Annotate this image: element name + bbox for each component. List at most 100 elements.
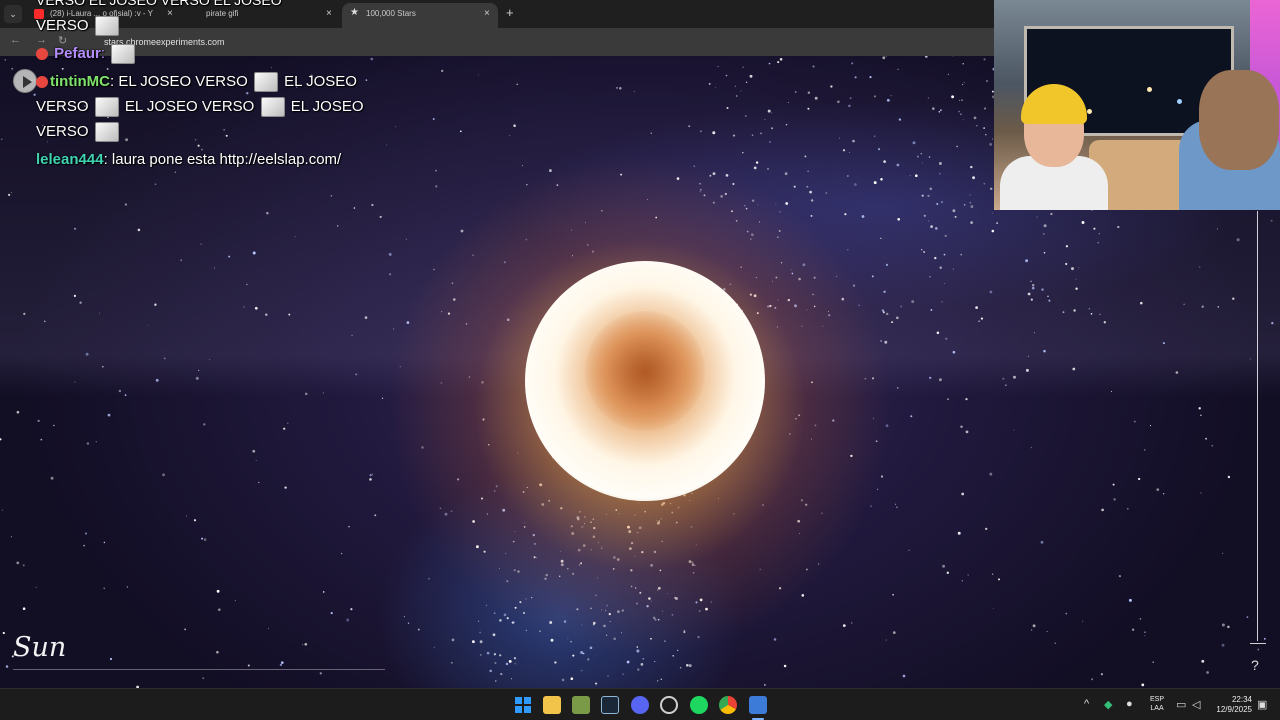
star xyxy=(98,312,101,314)
star xyxy=(771,112,773,114)
windows-start-icon[interactable] xyxy=(514,696,532,714)
star xyxy=(622,673,625,676)
star xyxy=(509,134,511,136)
star xyxy=(1211,444,1214,447)
volume-icon[interactable]: ◁ xyxy=(1192,698,1200,711)
spotify-icon[interactable] xyxy=(690,696,708,714)
star xyxy=(154,303,157,306)
microphone-icon[interactable]: ● xyxy=(1126,698,1133,710)
star xyxy=(489,669,492,673)
star xyxy=(198,369,200,372)
star xyxy=(962,119,964,121)
system-clock[interactable]: 22:34 12/9/2025 xyxy=(1212,695,1252,715)
star xyxy=(330,612,333,615)
star xyxy=(561,678,565,682)
star xyxy=(1025,368,1029,372)
notification-bell-icon[interactable]: ▣ xyxy=(1257,698,1267,711)
star-name-label: Sun xyxy=(13,632,67,663)
star xyxy=(417,628,420,631)
star xyxy=(492,633,496,637)
star xyxy=(897,217,901,221)
star xyxy=(873,181,877,185)
star xyxy=(1050,212,1053,216)
star xyxy=(708,82,711,85)
chrome-icon[interactable] xyxy=(719,696,737,714)
chat-username[interactable]: Pefaur xyxy=(54,45,101,62)
keyboard-layout: LAA xyxy=(1150,705,1164,712)
chat-username[interactable]: lelean444 xyxy=(36,151,104,168)
star xyxy=(1257,648,1260,651)
help-button[interactable]: ? xyxy=(1251,657,1259,673)
obs-icon[interactable] xyxy=(660,696,678,714)
star xyxy=(95,440,98,443)
star xyxy=(717,66,719,68)
star xyxy=(1027,292,1031,296)
star xyxy=(886,98,890,102)
star xyxy=(1075,287,1078,290)
discord-icon[interactable] xyxy=(631,696,649,714)
capture-app-icon[interactable] xyxy=(749,696,767,714)
star xyxy=(1110,391,1113,393)
star xyxy=(479,631,481,634)
star xyxy=(910,415,913,418)
star xyxy=(940,200,944,204)
star xyxy=(936,331,940,335)
star xyxy=(5,665,9,668)
star xyxy=(73,294,77,298)
star xyxy=(155,378,159,382)
star xyxy=(991,573,994,575)
star xyxy=(745,81,748,83)
star xyxy=(715,87,717,89)
star xyxy=(1112,483,1115,486)
zoom-scale-marker[interactable] xyxy=(1250,643,1266,644)
new-tab-button[interactable]: + xyxy=(506,5,514,20)
star xyxy=(991,229,995,233)
star xyxy=(934,256,937,260)
star xyxy=(958,110,960,113)
network-icon[interactable]: ▭ xyxy=(1176,698,1186,711)
star xyxy=(340,552,343,555)
minecraft-icon[interactable] xyxy=(572,696,590,714)
star xyxy=(1097,242,1099,244)
security-shield-icon[interactable]: ◆ xyxy=(1104,698,1112,711)
clock-time: 22:34 xyxy=(1231,695,1252,704)
tray-overflow-chevron-icon[interactable]: ^ xyxy=(1084,698,1089,710)
chat-username[interactable]: tintinMC xyxy=(50,73,110,90)
star xyxy=(975,306,978,309)
star xyxy=(852,139,855,143)
zoom-scale-bar[interactable] xyxy=(1257,211,1258,641)
chat-line: lelean444: laura pone esta http://eelsla… xyxy=(36,151,341,168)
star xyxy=(939,266,942,269)
star xyxy=(885,312,889,316)
star xyxy=(1199,266,1201,268)
star xyxy=(35,586,37,588)
star xyxy=(441,69,444,73)
star xyxy=(1232,297,1235,300)
star xyxy=(234,600,236,601)
star xyxy=(1099,313,1101,315)
chat-text: VERSO xyxy=(36,122,89,140)
star xyxy=(849,97,852,100)
chat-text: VERSO xyxy=(36,16,89,34)
play-button[interactable] xyxy=(13,69,37,93)
star xyxy=(1065,612,1068,615)
input-language-indicator[interactable]: ESP LAA xyxy=(1150,695,1164,713)
star xyxy=(880,178,883,181)
star xyxy=(842,149,846,152)
tab-100000-stars[interactable]: ★ 100,000 Stars × xyxy=(342,3,498,28)
star xyxy=(319,672,322,675)
star xyxy=(126,586,129,588)
star xyxy=(943,253,946,256)
close-tab-icon[interactable]: × xyxy=(484,8,490,19)
star xyxy=(936,203,939,205)
star xyxy=(499,654,502,657)
star xyxy=(494,661,497,665)
chat-line: tintinMC: EL JOSEO VERSO EL JOSEO xyxy=(36,72,357,92)
file-explorer-icon[interactable] xyxy=(543,696,561,714)
steam-icon[interactable] xyxy=(601,696,619,714)
star xyxy=(972,176,976,180)
star xyxy=(807,170,809,173)
chat-text: VERSO xyxy=(36,97,89,115)
star xyxy=(920,153,922,155)
star xyxy=(983,182,986,185)
